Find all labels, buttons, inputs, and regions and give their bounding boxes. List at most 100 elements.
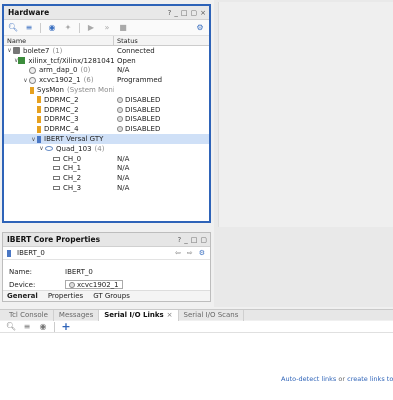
- properties-tabs: General Properties GT Groups: [3, 290, 210, 301]
- disabled-status-icon: [117, 126, 123, 133]
- tree-row[interactable]: CH_3 N/A: [4, 183, 209, 193]
- tree-row-status: N/A: [117, 174, 130, 183]
- gear-icon[interactable]: ⚙: [195, 23, 205, 33]
- column-name[interactable]: Name: [4, 36, 114, 45]
- tree-row[interactable]: ∨xilinx_tcf/Xilinx/1281041D059rOpen: [4, 56, 209, 66]
- bottom-tab-bar: Tcl Console Messages Serial I/O Links × S…: [0, 309, 393, 321]
- hardware-panel: Hardware ? _ □ ▢ × 🔍︎ ≡ ◉ ✦ ▶ » ■ ⚙ Name…: [2, 4, 211, 223]
- tree-row-status-cell: DISABLED: [114, 96, 209, 104]
- tree-row-status: Open: [117, 56, 136, 65]
- tree-row[interactable]: CH_2 N/A: [4, 173, 209, 183]
- create-links-link[interactable]: create links to add: [347, 375, 393, 383]
- tab-serial-io-links[interactable]: Serial I/O Links ×: [99, 309, 179, 321]
- tree-row-status: N/A: [117, 66, 130, 75]
- tree-row-name-cell: DDRMC_4: [4, 125, 114, 133]
- properties-subject: IBERT_0: [17, 249, 45, 257]
- collapse-all-icon[interactable]: ≡: [24, 23, 34, 33]
- tree-row[interactable]: ∨ IBERT Versal GTY: [4, 134, 209, 144]
- close-button[interactable]: ×: [200, 9, 206, 17]
- stop-trigger-icon[interactable]: ■: [118, 23, 128, 33]
- tab-messages[interactable]: Messages: [54, 309, 100, 321]
- tree-row[interactable]: CH_1 N/A: [4, 164, 209, 174]
- tree-row-status-cell: N/A: [114, 164, 209, 172]
- chip-icon: [69, 281, 75, 288]
- minimize-button[interactable]: _: [174, 9, 178, 17]
- close-icon[interactable]: ×: [167, 311, 173, 319]
- tree-row-status-cell: N/A: [114, 66, 209, 74]
- tab-serial-io-scans[interactable]: Serial I/O Scans: [179, 309, 245, 321]
- properties-subject-bar: IBERT_0 ⇦ ⇨ ⚙: [3, 247, 210, 260]
- run-trigger-immediate-icon[interactable]: »: [102, 23, 112, 33]
- hardware-title: Hardware: [8, 8, 50, 17]
- tree-row[interactable]: DDRMC_4 DISABLED: [4, 124, 209, 134]
- tree-row[interactable]: CH_0 N/A: [4, 154, 209, 164]
- ibert-core-properties-panel: IBERT Core Properties ? _ □ ▢ IBERT_0 ⇦ …: [2, 232, 211, 302]
- tree-row-count: (6): [83, 76, 94, 85]
- expand-toggle-icon[interactable]: ∨: [6, 47, 13, 54]
- expand-toggle-icon[interactable]: ∨: [22, 77, 29, 84]
- column-status[interactable]: Status: [114, 36, 209, 45]
- restore-button[interactable]: □: [181, 9, 188, 17]
- tree-row[interactable]: DDRMC_3 DISABLED: [4, 115, 209, 125]
- quad-icon: [45, 146, 53, 152]
- tab-tcl-console[interactable]: Tcl Console: [4, 309, 54, 321]
- search-icon[interactable]: 🔍︎: [8, 23, 18, 33]
- tab-general[interactable]: General: [7, 292, 38, 300]
- tab-properties[interactable]: Properties: [48, 292, 83, 300]
- expand-toggle-icon[interactable]: ∨: [38, 145, 45, 152]
- tree-row[interactable]: DDRMC_2 DISABLED: [4, 105, 209, 115]
- back-arrow-icon[interactable]: ⇦: [175, 249, 181, 257]
- expand-all-icon[interactable]: ◉: [38, 322, 48, 332]
- orange-icon: [37, 125, 41, 133]
- tree-row-name-cell: CH_3: [4, 184, 114, 192]
- add-icon[interactable]: +: [61, 320, 71, 333]
- hardware-tree: ∨ bolete7 (1) Connected ∨ xilinx_tcf/Xilinx/1…: [4, 46, 209, 193]
- tree-row[interactable]: DDRMC_2 DISABLED: [4, 95, 209, 105]
- run-trigger-icon[interactable]: ▶: [86, 23, 96, 33]
- restore-button[interactable]: □: [191, 236, 198, 244]
- tree-row[interactable]: SysMon(System Monitor): [4, 85, 209, 95]
- tab-serial-io-links-label: Serial I/O Links: [104, 310, 164, 319]
- minimize-button[interactable]: _: [184, 236, 188, 244]
- name-row: Name: IBERT_0: [9, 266, 204, 277]
- tree-row-name-cell: SysMon(System Monitor): [4, 86, 114, 94]
- refresh-device-icon[interactable]: ✦: [63, 23, 73, 33]
- help-button[interactable]: ?: [178, 236, 182, 244]
- tab-gt-groups[interactable]: GT Groups: [93, 292, 130, 300]
- disabled-status-icon: [117, 106, 123, 113]
- name-label: Name:: [9, 267, 33, 276]
- tree-row-count: (4): [94, 144, 105, 153]
- tree-row-status: Connected: [117, 46, 155, 55]
- tree-row-name-cell: ∨ xcvc1902_1 (6): [4, 76, 114, 84]
- collapse-all-icon[interactable]: ≡: [22, 322, 32, 332]
- tree-row-name-cell: CH_2: [4, 174, 114, 182]
- tree-row[interactable]: arm_dap_0 (0) N/A: [4, 66, 209, 76]
- gear-icon[interactable]: ⚙: [199, 249, 205, 257]
- tree-row[interactable]: ∨ bolete7 (1) Connected: [4, 46, 209, 56]
- forward-arrow-icon[interactable]: ⇨: [187, 249, 193, 257]
- properties-window-buttons: ? _ □ ▢: [178, 236, 210, 244]
- editor-area-inner: [218, 2, 393, 227]
- tree-row[interactable]: ∨ Quad_103 (4): [4, 144, 209, 154]
- tree-row-status-cell: N/A: [114, 174, 209, 182]
- auto-detect-links-link[interactable]: Auto-detect links: [281, 375, 336, 383]
- tree-row-name-cell: DDRMC_2: [4, 96, 114, 104]
- maximize-button[interactable]: ▢: [191, 9, 198, 17]
- help-button[interactable]: ?: [168, 9, 172, 17]
- tree-row-status: DISABLED: [125, 95, 161, 104]
- chip-icon: [29, 66, 36, 74]
- maximize-button[interactable]: ▢: [200, 236, 207, 244]
- device-value: xcvc1902_1: [77, 280, 119, 289]
- device-field[interactable]: xcvc1902_1: [65, 280, 123, 289]
- tree-row-status-cell: DISABLED: [114, 125, 209, 133]
- tree-row-status: N/A: [117, 164, 130, 173]
- auto-connect-icon[interactable]: ◉: [47, 23, 57, 33]
- tree-row-status: DISABLED: [125, 115, 161, 124]
- tree-row-label: SysMon: [37, 86, 64, 95]
- tree-row[interactable]: ∨ xcvc1902_1 (6) Programmed: [4, 75, 209, 85]
- tree-row-name-cell: DDRMC_3: [4, 115, 114, 123]
- search-icon[interactable]: 🔍︎: [6, 322, 16, 332]
- links-toolbar: 🔍︎ ≡ ◉ +: [0, 320, 393, 333]
- tree-row-status-cell: Connected: [114, 47, 209, 55]
- expand-toggle-icon[interactable]: ∨: [30, 136, 37, 143]
